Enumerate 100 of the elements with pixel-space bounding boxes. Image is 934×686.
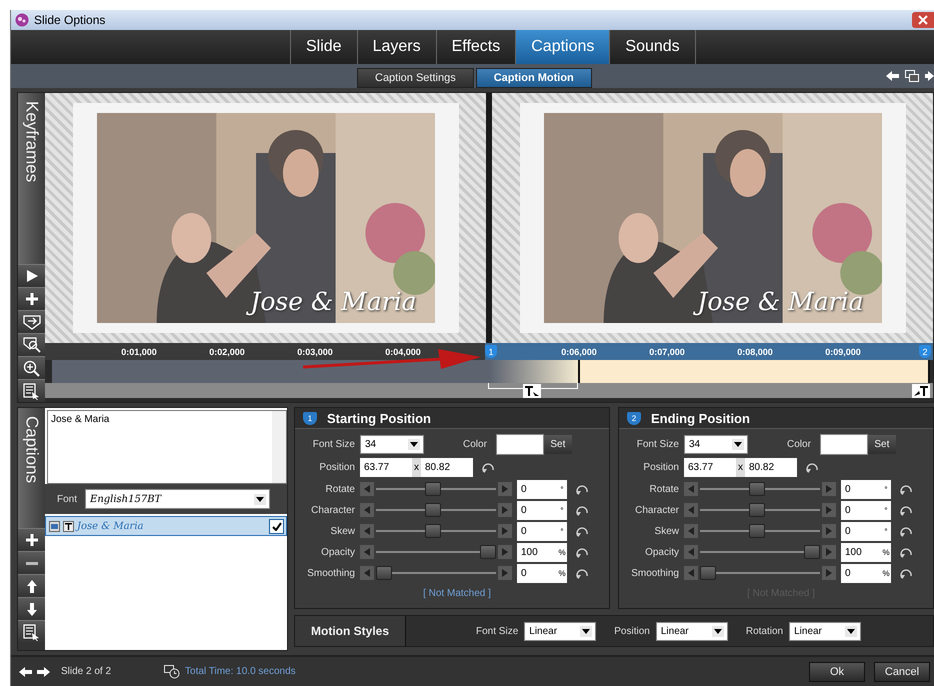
keyframes-tab[interactable]: Keyframes (18, 93, 45, 264)
increase-button[interactable] (822, 482, 836, 496)
increase-button[interactable] (498, 524, 512, 538)
slider-track[interactable] (700, 524, 820, 538)
motion-dropdown[interactable]: Linear (656, 622, 728, 640)
slider-thumb[interactable] (424, 482, 441, 496)
dialog-button[interactable]: Ok (809, 662, 865, 682)
decrease-button[interactable] (684, 503, 698, 517)
slider-track[interactable] (376, 545, 496, 559)
next-icon[interactable] (37, 666, 50, 676)
caption-text-field[interactable]: Jose & Maria (47, 410, 287, 484)
slider-thumb[interactable] (700, 566, 716, 580)
color-swatch[interactable] (820, 434, 868, 454)
increase-button[interactable] (498, 545, 512, 559)
value-field[interactable]: 0 (841, 480, 881, 498)
value-field[interactable]: 0 (517, 480, 557, 498)
increase-button[interactable] (822, 545, 836, 559)
increase-button[interactable] (498, 482, 512, 496)
subtab[interactable]: Caption Settings (357, 68, 474, 88)
select-button[interactable] (18, 379, 45, 402)
reset-icon[interactable] (576, 546, 589, 558)
decrease-button[interactable] (684, 566, 698, 580)
captions-tab[interactable]: Captions (18, 408, 45, 528)
slider-track[interactable] (700, 566, 820, 580)
slider-track[interactable] (376, 566, 496, 580)
color-swatch[interactable] (496, 434, 544, 454)
decrease-button[interactable] (360, 503, 374, 517)
keyframe-button[interactable] (18, 310, 45, 333)
select-button[interactable] (18, 620, 45, 643)
slider-thumb[interactable] (748, 524, 765, 538)
motion-dropdown[interactable]: Linear (789, 622, 862, 640)
decrease-button[interactable] (684, 545, 698, 559)
decrease-button[interactable] (684, 524, 698, 538)
keyframe-marker[interactable]: 2 (919, 345, 931, 358)
reset-icon[interactable] (806, 461, 819, 474)
slider-thumb[interactable] (748, 482, 765, 496)
previous-icon[interactable] (19, 666, 32, 676)
slider-track[interactable] (700, 482, 820, 496)
match-link[interactable]: [ Not Matched ] (423, 588, 491, 599)
value-field[interactable]: 0 (841, 500, 881, 520)
dialog-button[interactable]: Cancel (874, 662, 930, 682)
add-button[interactable] (18, 528, 45, 551)
font-size-dropdown[interactable]: 34 (684, 434, 748, 454)
slider-thumb[interactable] (424, 524, 441, 538)
increase-button[interactable] (822, 503, 836, 517)
text-out-icon[interactable] (912, 384, 930, 398)
increase-button[interactable] (822, 524, 836, 538)
y-field[interactable]: 80.82 (745, 458, 797, 477)
checkbox[interactable] (269, 518, 284, 534)
decrease-button[interactable] (360, 482, 374, 496)
slider-thumb[interactable] (376, 566, 392, 580)
increase-button[interactable] (822, 566, 836, 580)
value-field[interactable]: 0 (517, 522, 557, 540)
reset-icon[interactable] (576, 566, 589, 580)
decrease-button[interactable] (360, 545, 374, 559)
value-field[interactable]: 0 (517, 564, 557, 582)
font-dropdown[interactable]: English157BT (85, 489, 270, 509)
increase-button[interactable] (498, 566, 512, 580)
move-up-button[interactable] (18, 574, 45, 597)
x-field[interactable]: 63.77 (360, 458, 412, 477)
caption-list-item[interactable]: Jose & Maria (45, 516, 287, 536)
reset-icon[interactable] (576, 482, 589, 496)
set-button[interactable]: Set (544, 434, 572, 454)
reset-icon[interactable] (900, 482, 913, 496)
slider-thumb[interactable] (804, 545, 820, 559)
reset-icon[interactable] (900, 504, 913, 516)
add-button[interactable] (18, 287, 45, 310)
play-button[interactable] (18, 264, 45, 287)
close-button[interactable] (912, 12, 934, 28)
slider-track[interactable] (376, 482, 496, 496)
zoom-keyframe-button[interactable] (18, 333, 45, 356)
back-icon[interactable] (886, 71, 899, 81)
value-field[interactable]: 100 (517, 542, 557, 562)
reset-icon[interactable] (900, 524, 913, 538)
value-field[interactable]: 0 (517, 500, 557, 520)
timeline-track[interactable] (52, 360, 930, 383)
slider-thumb[interactable] (748, 503, 765, 517)
decrease-button[interactable] (684, 482, 698, 496)
remove-button[interactable] (18, 551, 45, 574)
x-field[interactable]: 63.77 (684, 458, 736, 477)
reset-icon[interactable] (576, 524, 589, 538)
value-field[interactable]: 0 (841, 564, 881, 582)
decrease-button[interactable] (360, 524, 374, 538)
y-field[interactable]: 80.82 (421, 458, 473, 477)
slider-track[interactable] (700, 503, 820, 517)
move-down-button[interactable] (18, 597, 45, 620)
value-field[interactable]: 100 (841, 542, 881, 562)
slider-thumb[interactable] (424, 503, 441, 517)
reset-icon[interactable] (482, 461, 495, 474)
slider-track[interactable] (376, 524, 496, 538)
reset-icon[interactable] (576, 504, 589, 516)
keyframe-marker[interactable]: 1 (485, 345, 497, 358)
text-in-icon[interactable] (523, 384, 541, 398)
slider-track[interactable] (700, 545, 820, 559)
motion-dropdown[interactable]: Linear (524, 622, 596, 640)
decrease-button[interactable] (360, 566, 374, 580)
value-field[interactable]: 0 (841, 522, 881, 540)
zoom-in-button[interactable] (18, 356, 45, 379)
reset-icon[interactable] (900, 566, 913, 580)
reset-icon[interactable] (900, 546, 913, 558)
